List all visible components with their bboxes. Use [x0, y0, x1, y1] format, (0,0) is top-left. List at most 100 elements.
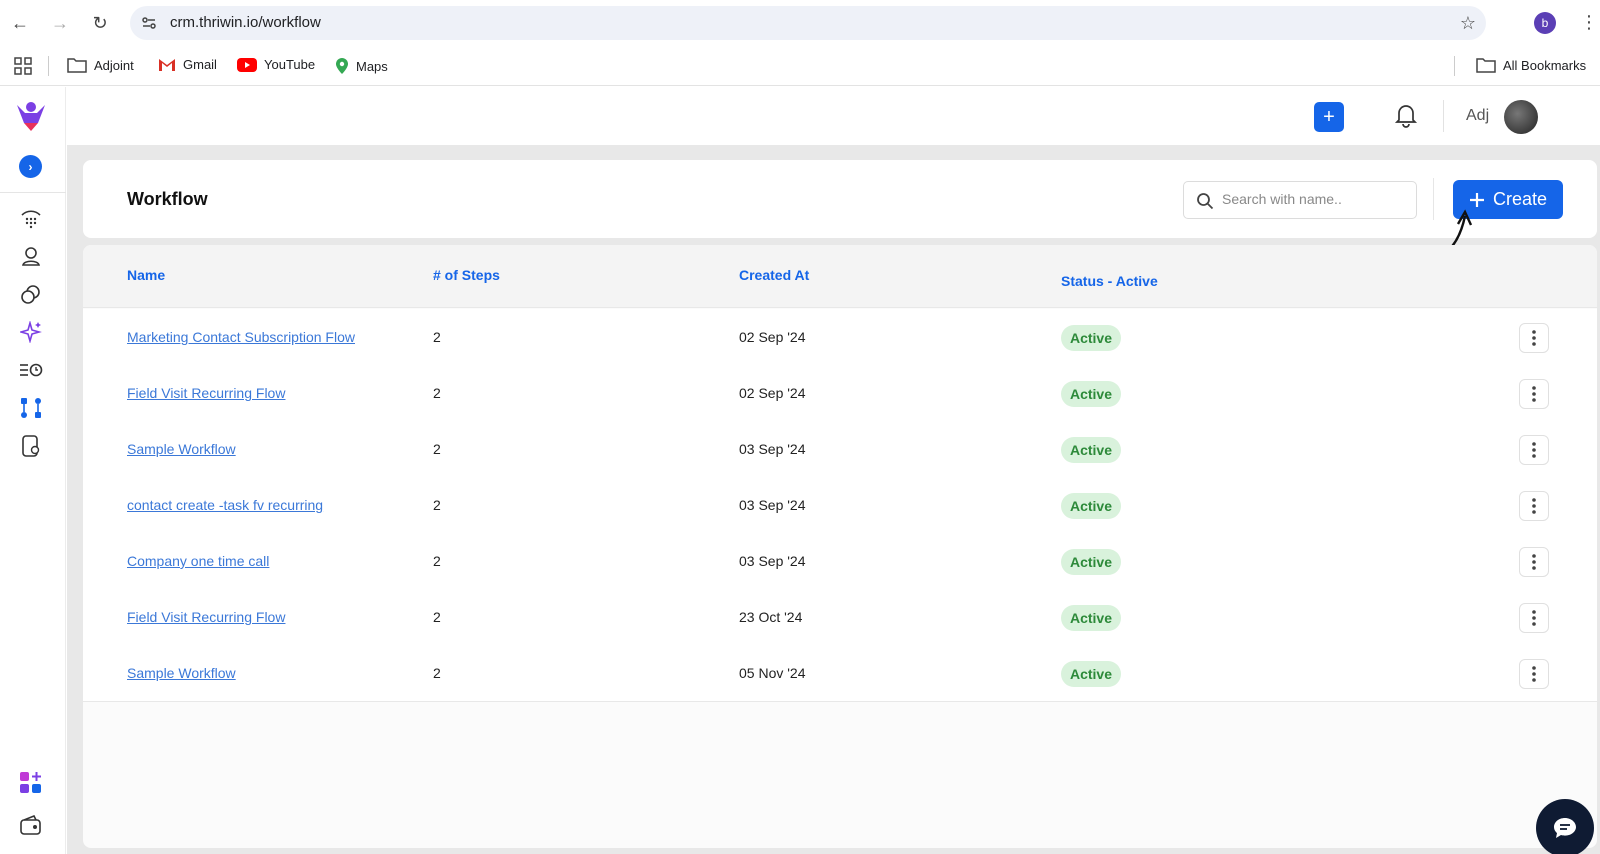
- steps-count: 2: [433, 665, 441, 681]
- created-date: 03 Sep '24: [739, 441, 806, 457]
- table-row: Field Visit Recurring Flow 2 23 Oct '24 …: [83, 589, 1597, 646]
- search-input[interactable]: [1222, 191, 1412, 207]
- youtube-icon: [237, 57, 257, 72]
- url-text: crm.thriwin.io/workflow: [170, 14, 321, 31]
- app-header: [0, 87, 1600, 145]
- bookmark-maps[interactable]: Maps: [335, 57, 388, 75]
- table-row: Sample Workflow 2 05 Nov '24 Active: [83, 645, 1597, 702]
- sidebar-item-wallet[interactable]: [19, 814, 43, 838]
- workflow-table: Name # of Steps Created At Status - Acti…: [83, 245, 1597, 848]
- maps-icon: [336, 58, 348, 74]
- phone-dialpad-icon: [21, 210, 41, 229]
- table-row: Sample Workflow 2 03 Sep '24 Active: [83, 421, 1597, 478]
- reload-icon[interactable]: ↻: [88, 11, 112, 35]
- workflow-name-link[interactable]: Company one time call: [127, 553, 269, 569]
- browser-profile-avatar[interactable]: b: [1534, 12, 1556, 34]
- expand-sidebar-button[interactable]: ›: [19, 155, 42, 178]
- created-date: 02 Sep '24: [739, 385, 806, 401]
- created-date: 03 Sep '24: [739, 553, 806, 569]
- status-badge: Active: [1061, 549, 1121, 575]
- sidebar-item-calls[interactable]: [19, 207, 43, 231]
- steps-count: 2: [433, 609, 441, 625]
- page-title: Workflow: [127, 189, 208, 209]
- bookmarks-divider-right: [1454, 56, 1455, 76]
- sidebar-divider: [0, 192, 66, 193]
- back-icon[interactable]: ←: [8, 11, 32, 35]
- bookmark-adjoint[interactable]: Adjoint: [67, 57, 134, 73]
- sidebar-item-apps[interactable]: [19, 771, 43, 795]
- column-header-steps[interactable]: # of Steps: [433, 267, 500, 283]
- status-badge: Active: [1061, 437, 1121, 463]
- apps-grid-icon[interactable]: [14, 57, 32, 75]
- row-menu-button[interactable]: [1519, 659, 1549, 689]
- app-logo-icon[interactable]: [14, 99, 48, 133]
- folder-icon: [1476, 58, 1496, 73]
- sidebar: ›: [0, 87, 66, 854]
- steps-count: 2: [433, 329, 441, 345]
- column-header-status[interactable]: Status - Active: [1061, 273, 1158, 289]
- table-row: Company one time call 2 03 Sep '24 Activ…: [83, 533, 1597, 590]
- created-date: 05 Nov '24: [739, 665, 806, 681]
- bell-icon[interactable]: [1394, 102, 1418, 133]
- workflow-name-link[interactable]: Marketing Contact Subscription Flow: [127, 329, 355, 345]
- workflow-name-link[interactable]: Sample Workflow: [127, 441, 236, 457]
- sparkle-icon: [20, 321, 42, 343]
- sidebar-item-ai[interactable]: [19, 320, 43, 344]
- kebab-menu-icon: [1532, 610, 1536, 626]
- sidebar-item-workflow[interactable]: [19, 396, 43, 420]
- bookmark-youtube[interactable]: YouTube: [237, 57, 315, 72]
- steps-count: 2: [433, 497, 441, 513]
- created-date: 03 Sep '24: [739, 497, 806, 513]
- forward-icon[interactable]: →: [48, 11, 72, 35]
- search-box[interactable]: [1183, 181, 1417, 219]
- search-icon: [1196, 192, 1214, 215]
- status-badge: Active: [1061, 661, 1121, 687]
- row-menu-button[interactable]: [1519, 323, 1549, 353]
- workflow-name-link[interactable]: contact create -task fv recurring: [127, 497, 323, 513]
- table-row: Field Visit Recurring Flow 2 02 Sep '24 …: [83, 365, 1597, 422]
- row-menu-button[interactable]: [1519, 491, 1549, 521]
- sidebar-item-contacts[interactable]: [19, 244, 43, 268]
- row-menu-button[interactable]: [1519, 603, 1549, 633]
- kebab-menu-icon: [1532, 666, 1536, 682]
- sidebar-item-conversations[interactable]: [19, 282, 43, 306]
- header-divider: [1443, 100, 1444, 132]
- status-badge: Active: [1061, 493, 1121, 519]
- chat-icon: [1554, 818, 1576, 838]
- status-badge: Active: [1061, 381, 1121, 407]
- bookmark-star-icon[interactable]: ☆: [1460, 13, 1476, 34]
- workflow-name-link[interactable]: Field Visit Recurring Flow: [127, 609, 285, 625]
- sidebar-item-settings[interactable]: [19, 434, 43, 458]
- quick-add-button[interactable]: +: [1314, 102, 1344, 132]
- kebab-menu-icon: [1532, 442, 1536, 458]
- address-bar[interactable]: crm.thriwin.io/workflow ☆: [130, 6, 1486, 40]
- column-header-created-at[interactable]: Created At: [739, 267, 809, 283]
- page-header-card: Workflow Create: [83, 160, 1597, 238]
- browser-toolbar: ← → ↻ crm.thriwin.io/workflow ☆ b ⋮: [0, 0, 1600, 46]
- workflow-name-link[interactable]: Field Visit Recurring Flow: [127, 385, 285, 401]
- created-date: 02 Sep '24: [739, 329, 806, 345]
- sidebar-item-schedule[interactable]: [19, 358, 43, 382]
- user-name[interactable]: Adj: [1466, 107, 1489, 125]
- plus-icon: [1469, 192, 1484, 207]
- all-bookmarks[interactable]: All Bookmarks: [1476, 57, 1586, 73]
- browser-menu-icon[interactable]: ⋮: [1580, 12, 1598, 33]
- column-header-name[interactable]: Name: [127, 267, 165, 283]
- wallet-icon: [20, 815, 41, 835]
- row-menu-button[interactable]: [1519, 379, 1549, 409]
- workflow-name-link[interactable]: Sample Workflow: [127, 665, 236, 681]
- bookmark-gmail[interactable]: Gmail: [158, 57, 217, 72]
- kebab-menu-icon: [1532, 330, 1536, 346]
- chat-support-button[interactable]: [1536, 799, 1594, 854]
- status-badge: Active: [1061, 325, 1121, 351]
- kebab-menu-icon: [1532, 554, 1536, 570]
- gmail-icon: [159, 58, 175, 71]
- table-header: Name # of Steps Created At Status - Acti…: [83, 245, 1597, 308]
- row-menu-button[interactable]: [1519, 547, 1549, 577]
- created-date: 23 Oct '24: [739, 609, 803, 625]
- site-settings-icon[interactable]: [140, 14, 158, 37]
- bookmarks-divider: [48, 56, 49, 76]
- row-menu-button[interactable]: [1519, 435, 1549, 465]
- avatar[interactable]: [1504, 100, 1538, 134]
- steps-count: 2: [433, 441, 441, 457]
